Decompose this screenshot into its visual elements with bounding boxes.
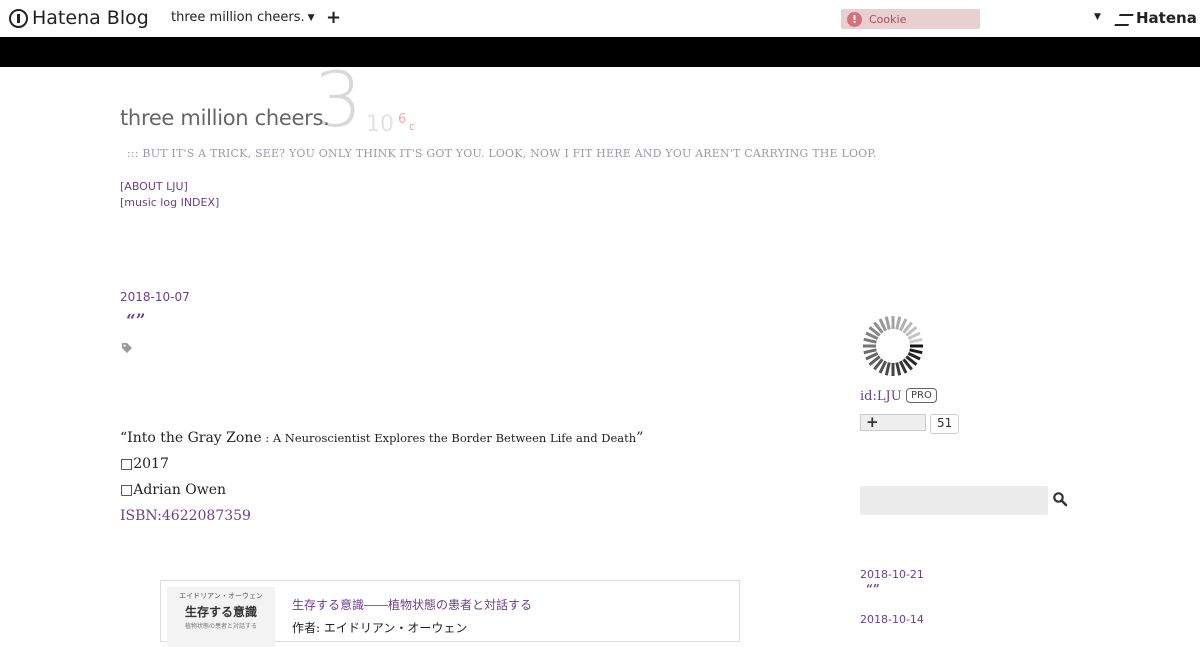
recent-entry-date[interactable]: 2018-10-14 <box>860 613 924 626</box>
cover-title-text: 生存する意識 <box>184 605 257 619</box>
book-subtitle: : A Neuroscientist Explores the Border B… <box>261 431 637 445</box>
header-deco-six: 6 <box>398 112 407 127</box>
hatena-blog-logo-icon <box>9 8 28 28</box>
year-line: □2017 <box>120 456 169 472</box>
user-menu-caret-icon[interactable]: ▼ <box>1094 12 1101 22</box>
author-line: □Adrian Owen <box>120 482 226 498</box>
blog-title[interactable]: three million cheers. <box>120 106 330 130</box>
book-title-line: “Into the Gray Zone : A Neuroscientist E… <box>120 430 643 446</box>
hatena-brand-text: Hatena <box>1136 9 1197 27</box>
search-input[interactable] <box>860 486 1048 515</box>
hatena-mark-icon <box>1117 13 1133 24</box>
isbn-link[interactable]: ISBN:4622087359 <box>120 508 251 524</box>
black-banner <box>0 37 1200 67</box>
cookie-label: Cookie <box>869 12 907 26</box>
book-cover-thumbnail[interactable]: エイドリアン・オーウェン 生存する意識 植物状態の患者と対話する <box>167 587 275 647</box>
hatena-blog-logo[interactable]: Hatena Blog <box>9 7 149 29</box>
spinner-spoke <box>895 362 902 376</box>
entry-date[interactable]: 2018-10-07 <box>120 290 190 304</box>
search-icon[interactable] <box>1052 491 1068 507</box>
loading-spinner-icon <box>863 316 923 376</box>
spinner-spoke <box>884 316 891 330</box>
blog-selector[interactable]: three million cheers. ▼ <box>171 10 315 25</box>
caret-down-icon: ▼ <box>307 13 315 23</box>
header-deco-c: c <box>409 120 416 133</box>
subscribe-button[interactable]: + <box>860 413 926 431</box>
about-link[interactable]: [ABOUT LJU] <box>120 180 188 193</box>
blog-tagline: ::: BUT IT'S A TRICK, SEE? YOU ONLY THIN… <box>127 147 877 160</box>
blog-selector-label: three million cheers. <box>171 10 305 25</box>
hatena-blog-logo-text: Hatena Blog <box>32 7 149 29</box>
cover-author-text: エイドリアン・オーウェン <box>179 592 263 600</box>
book-card-author: 作者: エイドリアン・オーウェン <box>292 621 468 635</box>
spinner-spoke <box>863 337 877 344</box>
author-text: Adrian Owen <box>133 482 227 498</box>
spinner-spoke <box>895 316 902 330</box>
cookie-notice-button[interactable]: ! Cookie <box>841 9 980 29</box>
music-log-index-link[interactable]: [music log INDEX] <box>120 196 219 209</box>
tag-icon <box>122 343 132 353</box>
book-card-title[interactable]: 生存する意識――植物状態の患者と対話する <box>292 596 532 613</box>
pro-badge: PRO <box>906 388 937 403</box>
book-embed-card: エイドリアン・オーウェン 生存する意識 植物状態の患者と対話する 生存する意識―… <box>160 580 740 647</box>
warning-icon: ! <box>847 11 862 27</box>
spinner-spoke <box>884 362 891 376</box>
book-title-close-quote: ” <box>636 430 644 446</box>
year-text: 2017 <box>133 456 169 472</box>
user-id-link[interactable]: id:LJU <box>860 389 902 404</box>
reader-count: 51 <box>930 414 960 434</box>
global-header: Hatena Blog three million cheers. ▼ + ! C… <box>0 0 1200 37</box>
recent-entry-title[interactable]: “” <box>866 582 880 596</box>
spinner-spoke <box>909 348 923 355</box>
missing-glyph-icon: □ <box>120 456 134 472</box>
entry-title[interactable]: “” <box>126 311 146 331</box>
recent-entry-date[interactable]: 2018-10-21 <box>860 568 924 581</box>
missing-glyph-icon: □ <box>120 482 134 498</box>
spinner-spoke <box>863 348 877 355</box>
spinner-spoke <box>909 337 923 344</box>
plus-icon: + <box>866 413 879 431</box>
add-button[interactable]: + <box>326 7 341 28</box>
hatena-brand-link[interactable]: Hatena <box>1117 9 1197 27</box>
cover-subtitle-text: 植物状態の患者と対話する <box>184 623 257 630</box>
header-deco-ten: 10 <box>366 112 394 137</box>
book-title: “Into the Gray Zone <box>120 430 262 446</box>
